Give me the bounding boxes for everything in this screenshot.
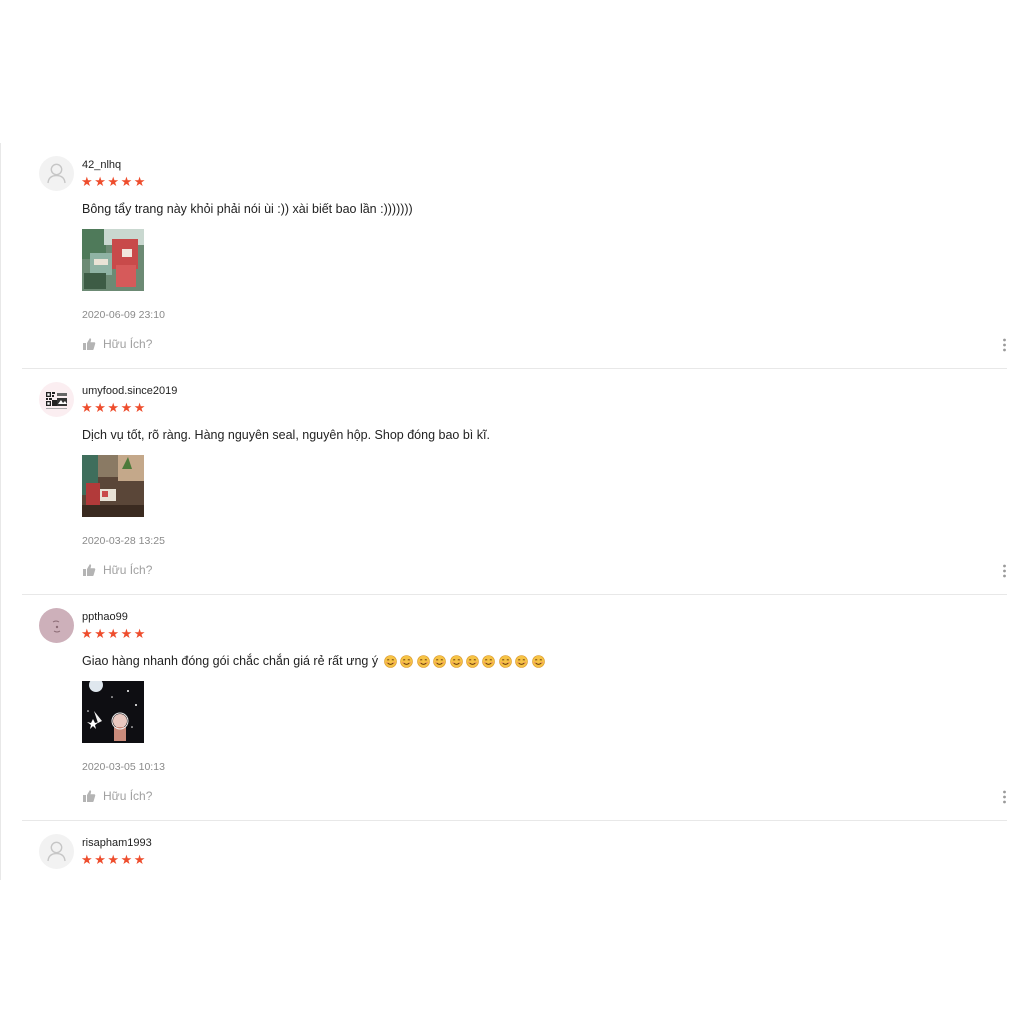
star-icon: ★	[81, 400, 93, 415]
thumbs-up-icon	[83, 564, 96, 576]
star-icon: ★	[120, 174, 133, 189]
default-user-icon	[47, 163, 66, 184]
user-avatar[interactable]	[39, 156, 74, 191]
star-icon: ★	[94, 174, 106, 189]
star-icon: ★	[94, 626, 106, 641]
star-rating: ★ ★ ★ ★ ★	[81, 175, 147, 189]
helpful-label: Hữu Ích?	[103, 337, 153, 351]
more-options-icon[interactable]	[1002, 564, 1007, 578]
review-username[interactable]: umyfood.since2019	[82, 385, 177, 397]
review-date: 2020-06-09 23:10	[82, 309, 165, 321]
smiling-face-icon	[466, 654, 479, 668]
smiling-face-icon	[384, 654, 397, 668]
default-user-icon	[47, 841, 66, 862]
star-rating: ★ ★ ★ ★ ★	[81, 627, 147, 641]
review-comment-text: Giao hàng nhanh đóng gói chắc chắn giá r…	[82, 654, 379, 668]
helpful-button[interactable]: Hữu Ích?	[82, 337, 152, 351]
star-icon: ★	[107, 626, 120, 641]
smiling-face-icon	[417, 654, 430, 668]
helpful-button[interactable]: Hữu Ích?	[82, 563, 152, 577]
review-comment: Bông tẩy trang này khỏi phải nói ùi :)) …	[82, 202, 413, 216]
star-icon: ★	[107, 852, 120, 867]
smiling-face-icon	[531, 654, 545, 668]
review-item: risapham1993 ★ ★ ★ ★ ★	[22, 821, 1007, 880]
review-photo[interactable]	[82, 229, 144, 291]
thumbs-up-icon	[83, 338, 96, 350]
star-icon: ★	[133, 174, 146, 189]
star-rating: ★ ★ ★ ★ ★	[81, 401, 147, 415]
emoji-row	[384, 654, 548, 668]
more-options-icon[interactable]	[1002, 790, 1007, 804]
review-comment-text: Bông tẩy trang này khỏi phải nói ùi :)) …	[82, 202, 413, 216]
user-avatar[interactable]	[39, 608, 74, 643]
star-icon: ★	[81, 626, 93, 641]
user-avatar[interactable]	[39, 834, 74, 869]
star-icon: ★	[81, 852, 93, 867]
helpful-label: Hữu Ích?	[103, 563, 153, 577]
review-username[interactable]: ppthao99	[82, 611, 128, 623]
review-username[interactable]: risapham1993	[82, 837, 152, 849]
qr-code-icon	[46, 392, 67, 409]
star-icon: ★	[107, 400, 120, 415]
review-photo[interactable]	[82, 455, 144, 517]
helpful-button[interactable]: Hữu Ích?	[82, 789, 152, 803]
smiling-face-icon	[482, 654, 496, 668]
more-options-icon[interactable]	[1002, 338, 1007, 352]
review-date: 2020-03-28 13:25	[82, 535, 165, 547]
review-comment: Dịch vụ tốt, rõ ràng. Hàng nguyên seal, …	[82, 428, 490, 442]
review-date: 2020-03-05 10:13	[82, 761, 165, 773]
smiling-face-icon	[449, 654, 463, 668]
review-item: ppthao99 ★ ★ ★ ★ ★ Giao hàng nhanh đóng …	[22, 595, 1007, 821]
smiling-face-icon	[499, 654, 512, 668]
star-icon: ★	[133, 852, 146, 867]
review-list: 42_nlhq ★ ★ ★ ★ ★ Bông tẩy trang này khỏ…	[0, 143, 1024, 880]
review-comment-text: Dịch vụ tốt, rõ ràng. Hàng nguyên seal, …	[82, 428, 490, 442]
thumbs-up-icon	[83, 790, 96, 802]
profile-photo-icon	[52, 620, 61, 633]
star-icon: ★	[81, 174, 93, 189]
star-icon: ★	[120, 626, 133, 641]
star-icon: ★	[133, 626, 146, 641]
star-icon: ★	[107, 174, 120, 189]
star-icon: ★	[94, 400, 106, 415]
star-icon: ★	[133, 400, 146, 415]
review-item: 42_nlhq ★ ★ ★ ★ ★ Bông tẩy trang này khỏ…	[22, 143, 1007, 369]
star-icon: ★	[94, 852, 106, 867]
smiling-face-icon	[433, 654, 447, 668]
user-avatar[interactable]	[39, 382, 74, 417]
helpful-label: Hữu Ích?	[103, 789, 153, 803]
review-comment: Giao hàng nhanh đóng gói chắc chắn giá r…	[82, 654, 548, 668]
panel-border	[0, 143, 1, 880]
smiling-face-icon	[515, 654, 529, 668]
star-rating: ★ ★ ★ ★ ★	[81, 853, 147, 867]
star-icon: ★	[120, 400, 133, 415]
review-username[interactable]: 42_nlhq	[82, 159, 121, 171]
review-photo[interactable]	[82, 681, 144, 743]
smiling-face-icon	[400, 654, 414, 668]
review-item: umyfood.since2019 ★ ★ ★ ★ ★ Dịch vụ tốt,…	[22, 369, 1007, 595]
star-icon: ★	[120, 852, 133, 867]
